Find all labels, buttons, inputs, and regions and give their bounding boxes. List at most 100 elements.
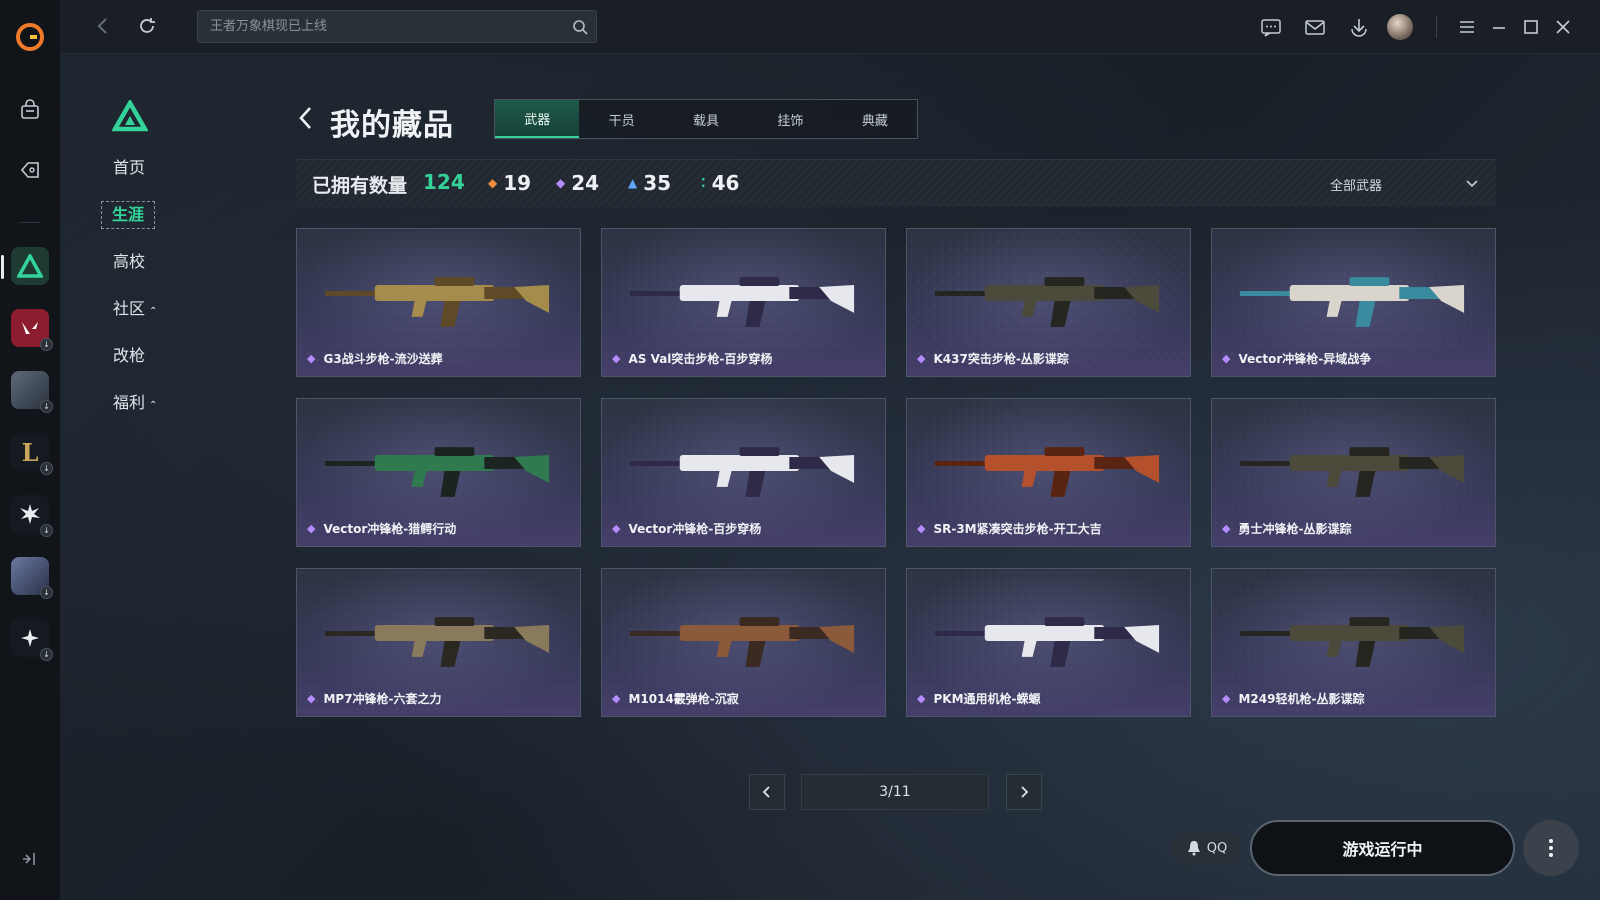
tab-vehicles[interactable]: 载具 <box>664 100 748 138</box>
page-title: 我的藏品 <box>330 108 454 143</box>
search-box <box>197 10 597 43</box>
tag-icon[interactable] <box>10 150 50 190</box>
valorant-logo-icon <box>22 322 38 334</box>
maximize-icon[interactable] <box>1520 16 1542 38</box>
menu-icon[interactable] <box>1456 16 1478 38</box>
weapon-card[interactable]: ◆ SR-3M紧凑突击步枪-开工大吉 <box>906 398 1191 547</box>
rarity-green: ⁚ 46 <box>701 171 739 195</box>
tab-charms[interactable]: 挂饰 <box>748 100 832 138</box>
search-icon[interactable] <box>572 19 588 35</box>
user-avatar[interactable] <box>1387 14 1413 40</box>
nav-home[interactable]: 首页 <box>100 158 220 205</box>
weapon-image <box>324 617 550 667</box>
weapon-card[interactable]: ◆ Vector冲锋枪-猎鳄行动 <box>296 398 581 547</box>
tab-operators[interactable]: 干员 <box>579 100 663 138</box>
owned-count: 124 <box>423 170 465 194</box>
tab-collection[interactable]: 典藏 <box>833 100 917 138</box>
rarity-gem-icon: ◆ <box>307 522 316 535</box>
burst-logo-icon <box>20 504 40 524</box>
triangle-blue-icon: ▲ <box>628 176 638 190</box>
weapon-image <box>629 447 855 497</box>
weapon-card[interactable]: ◆ Vector冲锋枪-百步穿杨 <box>601 398 886 547</box>
rail-game-6[interactable]: ↓ <box>11 557 53 599</box>
download-icon[interactable] <box>1348 16 1370 38</box>
weapon-card[interactable]: ◆ Vector冲锋枪-异域战争 <box>1211 228 1496 377</box>
weapon-name: ◆ PKM通用机枪-蝾螈 <box>917 690 1041 707</box>
collection-tabs: 武器 干员 载具 挂饰 典藏 <box>494 99 918 139</box>
weapon-card[interactable]: ◆ M249轻机枪-丛影谍踪 <box>1211 568 1496 717</box>
stats-bar: 已拥有数量 124 ◆ 19 ◆ 24 ▲ 35 ⁚ 46 全部武器 <box>296 159 1496 207</box>
nav-career[interactable]: 生涯 <box>100 201 220 252</box>
back-nav-icon[interactable] <box>92 15 114 37</box>
weapon-card[interactable]: ◆ 勇士冲锋枪-丛影谍踪 <box>1211 398 1496 547</box>
rail-game-5[interactable]: ↓ <box>11 495 53 537</box>
weapon-grid: ◆ G3战斗步枪-流沙送葬 ◆ AS Val突击步枪-百步穿杨 ◆ K437突击步枪-丛影… <box>296 228 1496 717</box>
nav-gunsmith-label: 改枪 <box>113 346 146 365</box>
chat-icon[interactable] <box>1260 16 1282 38</box>
rail-game-valorant[interactable]: ↓ <box>11 309 53 351</box>
weapon-name: ◆ G3战斗步枪-流沙送葬 <box>307 350 443 367</box>
download-badge-icon: ↓ <box>40 400 53 413</box>
section-nav: 首页 生涯 高校 社区 ⌃ 改枪 福利 ⌃ <box>100 98 220 440</box>
nav-gunsmith[interactable]: 改枪 <box>100 346 220 393</box>
close-icon[interactable] <box>1552 16 1574 38</box>
weapon-filter-dropdown[interactable]: 全部武器 <box>1330 166 1480 202</box>
search-input[interactable] <box>198 11 596 42</box>
chevron-up-icon: ⌃ <box>149 306 158 317</box>
download-badge-icon: ↓ <box>40 524 53 537</box>
weapon-card[interactable]: ◆ AS Val突击步枪-百步穿杨 <box>601 228 886 377</box>
back-arrow-icon[interactable] <box>296 104 316 132</box>
weapon-name-text: Vector冲锋枪-百步穿杨 <box>628 522 762 536</box>
rarity-gem-icon: ◆ <box>307 692 316 705</box>
weapon-image <box>934 617 1160 667</box>
download-badge-icon: ↓ <box>40 338 53 351</box>
nav-community[interactable]: 社区 ⌃ <box>100 299 220 346</box>
more-options-button[interactable] <box>1523 820 1579 876</box>
weapon-image <box>1239 447 1465 497</box>
rarity-gem-icon: ◆ <box>917 352 926 365</box>
store-icon[interactable] <box>10 90 50 130</box>
weapon-name-text: PKM通用机枪-蝾螈 <box>933 692 1041 706</box>
weapon-name-text: AS Val突击步枪-百步穿杨 <box>628 352 773 366</box>
weapon-name: ◆ Vector冲锋枪-异域战争 <box>1222 350 1371 367</box>
nav-benefits-label: 福利 <box>113 393 146 412</box>
nav-benefits[interactable]: 福利 ⌃ <box>100 393 220 440</box>
refresh-icon[interactable] <box>136 15 158 37</box>
tab-weapons[interactable]: 武器 <box>495 100 580 138</box>
weapon-name-text: 勇士冲锋枪-丛影谍踪 <box>1238 522 1352 536</box>
qq-button[interactable]: QQ <box>1172 831 1242 865</box>
weapon-card[interactable]: ◆ G3战斗步枪-流沙送葬 <box>296 228 581 377</box>
weapon-name: ◆ M249轻机枪-丛影谍踪 <box>1222 690 1364 707</box>
rail-game-3[interactable]: ↓ <box>11 371 53 413</box>
delta-logo-icon <box>17 254 43 278</box>
game-running-button[interactable]: 游戏运行中 <box>1250 820 1515 876</box>
rarity-purple-count: 24 <box>571 171 600 195</box>
rail-game-7[interactable]: ↓ <box>11 619 53 661</box>
weapon-name: ◆ K437突击步枪-丛影谍踪 <box>917 350 1069 367</box>
mail-icon[interactable] <box>1304 16 1326 38</box>
rarity-gem-icon: ◆ <box>612 692 621 705</box>
nav-campus[interactable]: 高校 <box>100 252 220 299</box>
rarity-green-count: 46 <box>711 171 740 195</box>
owned-label: 已拥有数量 <box>312 175 408 197</box>
weapon-card[interactable]: ◆ PKM通用机枪-蝾螈 <box>906 568 1191 717</box>
weapon-card[interactable]: ◆ M1014霰弹枪-沉寂 <box>601 568 886 717</box>
rail-game-lol[interactable]: L ↓ <box>11 433 53 475</box>
chevron-down-icon <box>1466 180 1478 188</box>
expand-rail-icon[interactable] <box>19 848 41 870</box>
download-badge-icon: ↓ <box>40 462 53 475</box>
app-logo-icon[interactable] <box>15 22 45 52</box>
weapon-card[interactable]: ◆ MP7冲锋枪-六套之力 <box>296 568 581 717</box>
rarity-gem-icon: ◆ <box>917 522 926 535</box>
rarity-purple: ◆ 24 <box>556 171 599 195</box>
prev-page-button[interactable] <box>749 774 785 810</box>
weapon-card[interactable]: ◆ K437突击步枪-丛影谍踪 <box>906 228 1191 377</box>
rarity-gem-icon: ◆ <box>1222 352 1231 365</box>
weapon-name: ◆ M1014霰弹枪-沉寂 <box>612 690 739 707</box>
next-page-button[interactable] <box>1006 774 1042 810</box>
minimize-icon[interactable] <box>1488 16 1510 38</box>
weapon-name-text: MP7冲锋枪-六套之力 <box>323 692 442 706</box>
diamond-purple-icon: ◆ <box>556 176 566 190</box>
weapon-name: ◆ Vector冲锋枪-猎鳄行动 <box>307 520 456 537</box>
rail-game-delta-force[interactable] <box>1 247 49 285</box>
